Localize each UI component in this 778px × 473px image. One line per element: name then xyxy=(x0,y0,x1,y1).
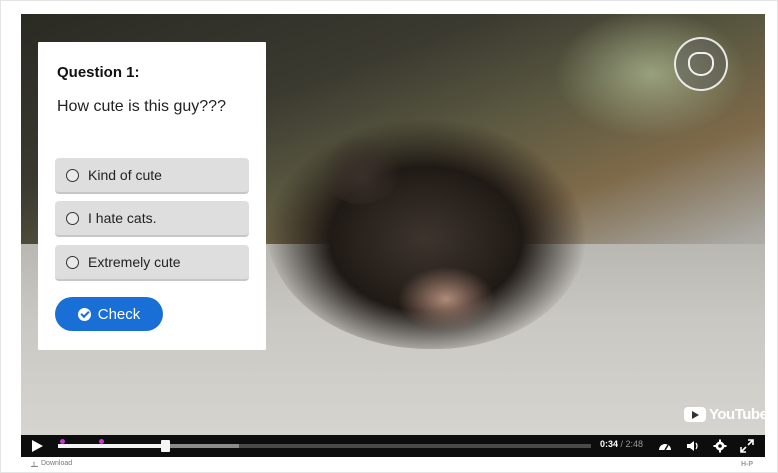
current-time: 0:34 xyxy=(600,439,619,449)
cat-head-logo-mark xyxy=(688,52,714,76)
interaction-marker[interactable] xyxy=(99,439,104,444)
check-button-label: Check xyxy=(97,305,141,323)
seek-handle[interactable] xyxy=(160,440,170,452)
kitten-ear xyxy=(321,134,401,204)
youtube-wordmark: YouTube xyxy=(709,406,765,423)
download-link[interactable]: ⇩ Download xyxy=(31,460,73,469)
video-controls: 0:34 / 2:48 xyxy=(21,435,765,457)
answer-label: Kind of cute xyxy=(88,167,162,183)
answer-label: I hate cats. xyxy=(88,210,157,226)
speed-icon[interactable] xyxy=(658,439,672,453)
answer-label: Extremely cute xyxy=(88,254,181,270)
youtube-watermark[interactable]: YouTube xyxy=(684,406,765,423)
played-bar xyxy=(58,444,165,448)
interaction-marker[interactable] xyxy=(60,439,65,444)
fullscreen-icon[interactable] xyxy=(740,439,754,453)
h5p-logo[interactable]: H-P xyxy=(741,461,753,468)
question-text: How cute is this guy??? xyxy=(57,98,226,115)
time-display: 0:34 / 2:48 xyxy=(600,439,644,449)
volume-icon[interactable] xyxy=(686,439,700,453)
background-bokeh xyxy=(541,14,765,164)
h5p-container: YouTube Question 1: How cute is this guy… xyxy=(0,0,778,473)
radio-icon[interactable] xyxy=(66,211,79,225)
question-number: Question 1: xyxy=(57,64,140,81)
youtube-play-icon xyxy=(684,407,706,422)
answer-option-1[interactable]: Kind of cute xyxy=(55,158,249,194)
check-button[interactable]: Check xyxy=(55,297,163,331)
download-label: Download xyxy=(41,460,73,467)
kitten-image xyxy=(266,109,586,349)
download-icon: ⇩ xyxy=(31,461,38,469)
check-circle-icon xyxy=(77,307,91,321)
answer-option-2[interactable]: I hate cats. xyxy=(55,201,249,237)
settings-icon[interactable] xyxy=(713,439,727,453)
radio-icon[interactable] xyxy=(66,255,79,269)
duration: 2:48 xyxy=(625,439,644,449)
quiz-card: Question 1: How cute is this guy??? Kind… xyxy=(38,42,266,350)
pet-collective-logo xyxy=(674,37,728,91)
play-icon[interactable] xyxy=(32,440,43,452)
answer-option-3[interactable]: Extremely cute xyxy=(55,245,249,281)
seek-bar[interactable] xyxy=(58,440,591,452)
radio-icon[interactable] xyxy=(66,168,79,182)
